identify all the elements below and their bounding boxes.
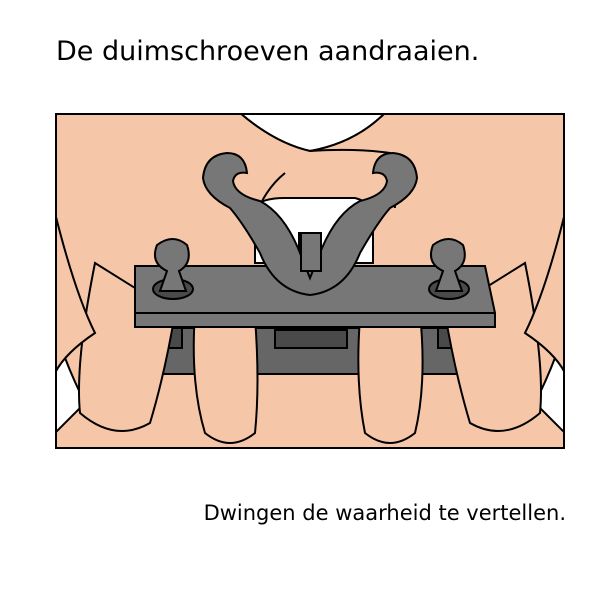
illustration-panel	[55, 113, 565, 449]
caption: Dwingen de waarheid te vertellen.	[203, 501, 566, 525]
thumbscrew-icon	[55, 113, 565, 449]
page-title: De duimschroeven aandraaien.	[56, 36, 480, 67]
